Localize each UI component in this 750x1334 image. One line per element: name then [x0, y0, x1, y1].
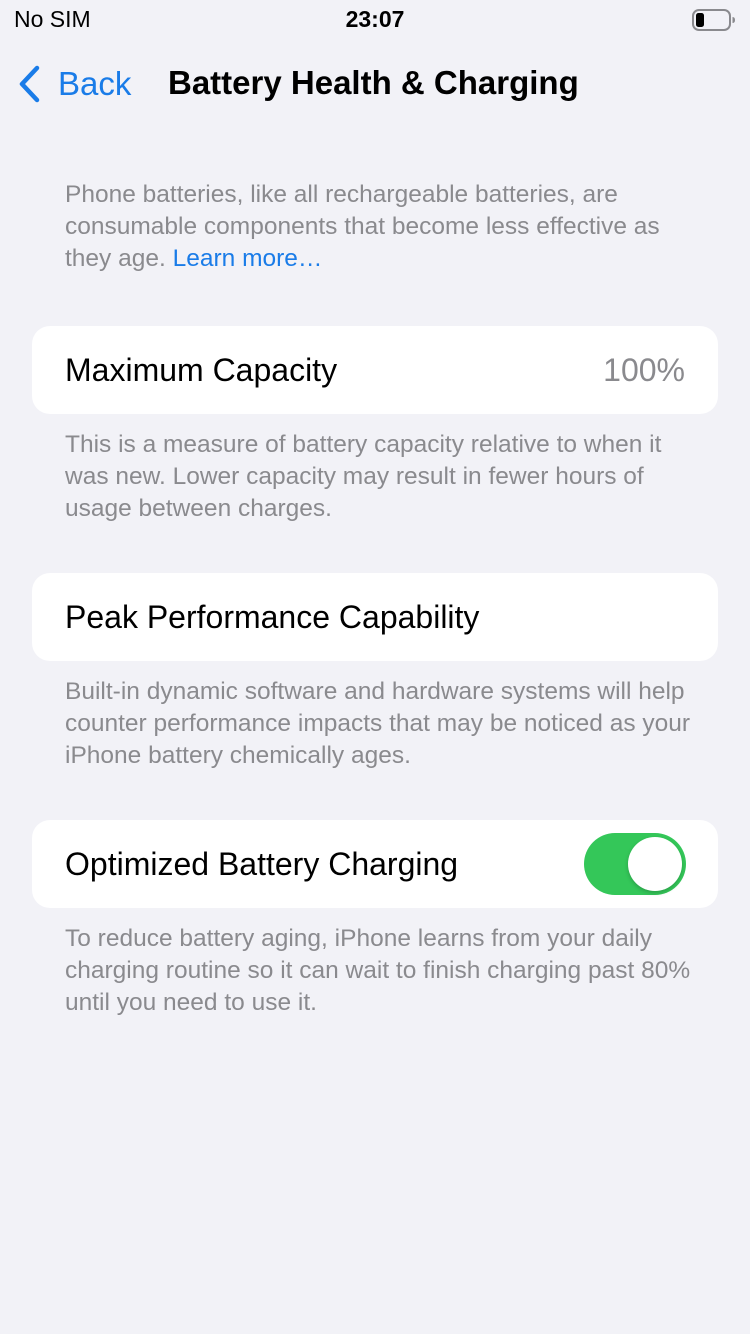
maximum-capacity-description: This is a measure of battery capacity re… — [65, 431, 662, 522]
back-label: Back — [58, 65, 132, 102]
maximum-capacity-label: Maximum Capacity — [65, 352, 338, 388]
clock-time: 23:07 — [345, 6, 405, 32]
peak-performance-row: Peak Performance Capability — [32, 573, 718, 661]
optimized-charging-toggle[interactable] — [584, 833, 686, 895]
chevron-left-icon — [16, 64, 44, 104]
peak-performance-label: Peak Performance Capability — [65, 599, 480, 635]
optimized-charging-row: Optimized Battery Charging — [32, 820, 718, 908]
back-button[interactable]: Back — [16, 62, 131, 106]
page-title: Battery Health & Charging — [168, 64, 579, 101]
peak-performance-description: Built-in dynamic software and hardware s… — [65, 678, 691, 769]
maximum-capacity-row: Maximum Capacity 100% — [32, 326, 718, 414]
status-bar: No SIM 23:07 — [0, 0, 750, 40]
battery-low-icon — [692, 9, 736, 31]
optimized-charging-label: Optimized Battery Charging — [65, 846, 459, 882]
intro-description: Phone batteries, like all rechargeable b… — [65, 179, 705, 275]
intro-text: Phone batteries, like all rechargeable b… — [65, 181, 660, 272]
maximum-capacity-value: 100% — [603, 352, 685, 388]
optimized-charging-description: To reduce battery aging, iPhone learns f… — [65, 925, 691, 1016]
learn-more-link[interactable]: Learn more… — [173, 245, 323, 272]
toggle-knob — [628, 837, 682, 891]
navigation-bar: Back Battery Health & Charging — [0, 52, 750, 116]
